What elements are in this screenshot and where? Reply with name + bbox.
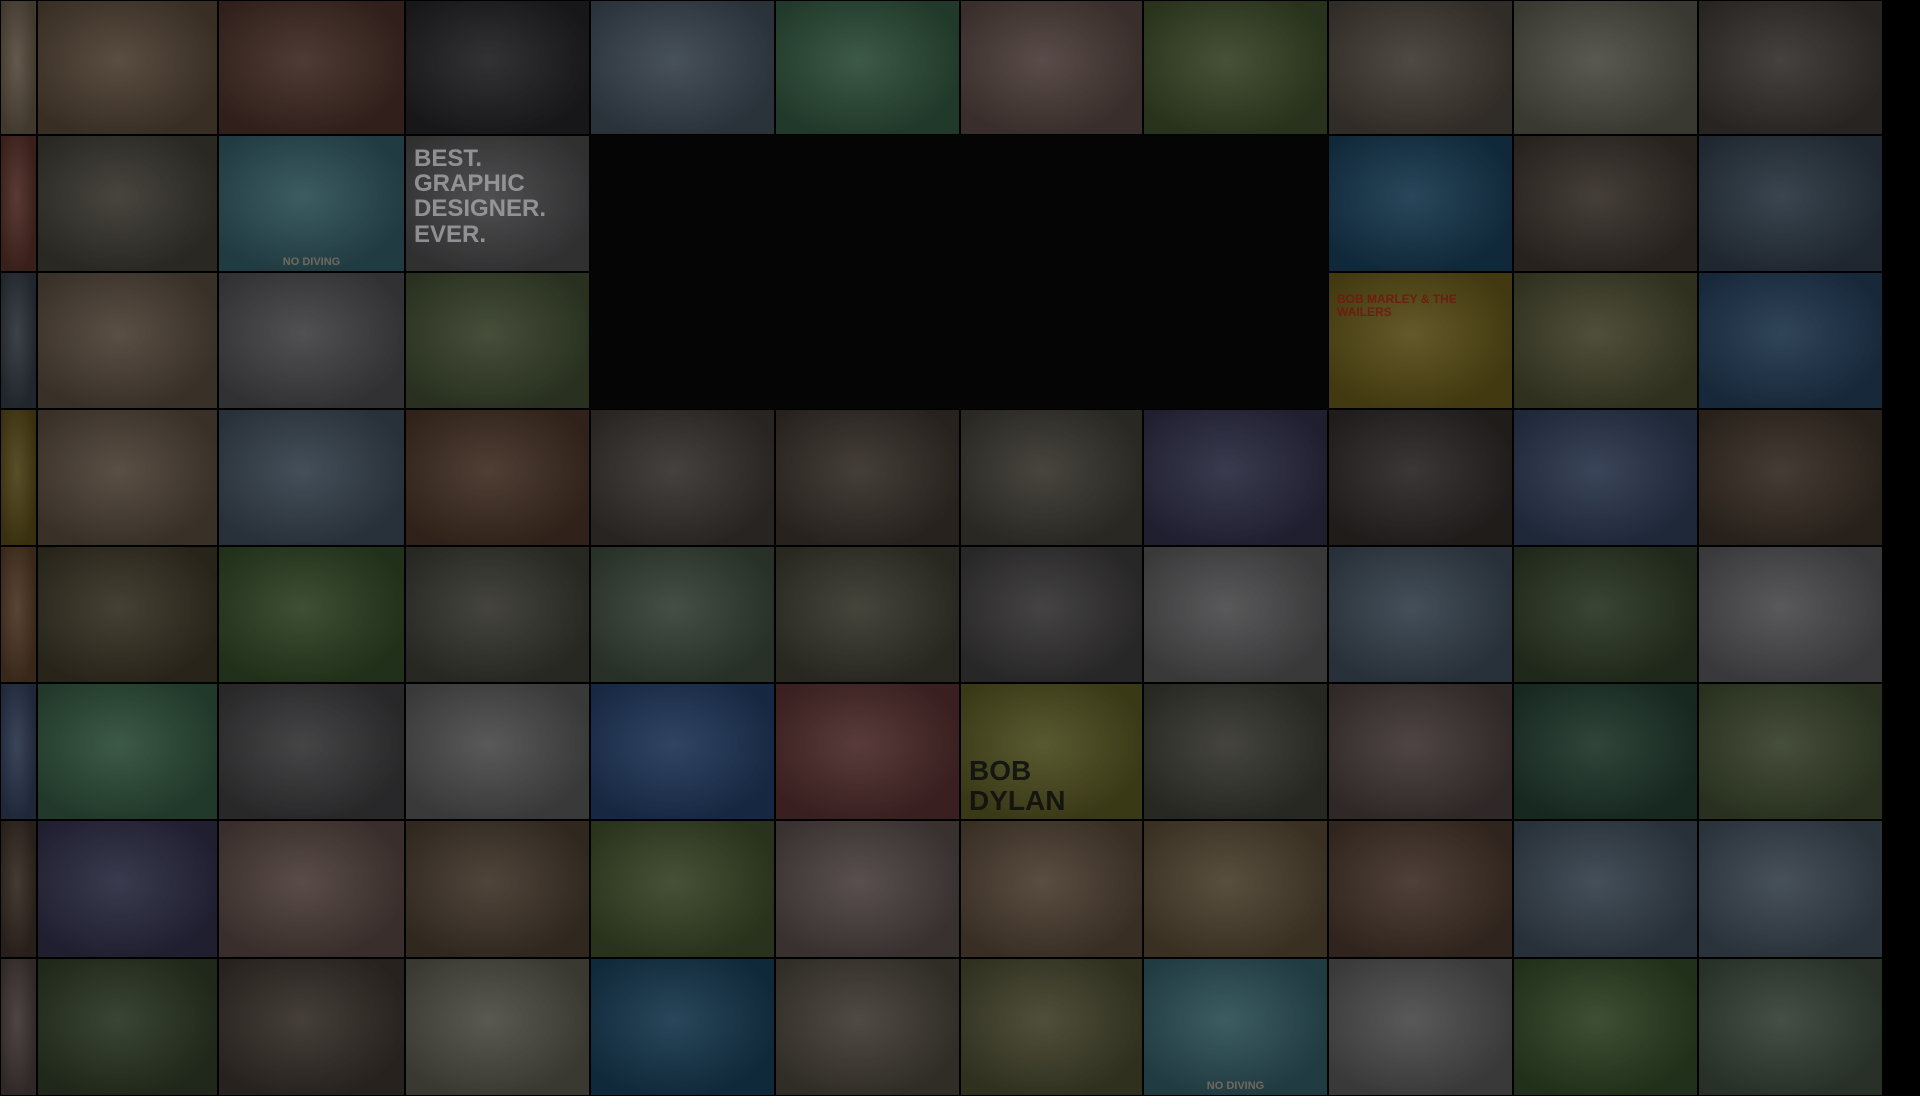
photo-tile-red-kayak xyxy=(1513,958,1698,1096)
photo-tile-scuba-diver xyxy=(590,958,775,1096)
photo-tile-swimming-pool: NO DIVING xyxy=(1143,958,1328,1096)
photo-tile-headphones xyxy=(590,683,775,820)
photo-tile-djembe-drums xyxy=(37,0,218,135)
empty-dark-panel xyxy=(590,135,1328,409)
photo-tile-man-with-camera xyxy=(1328,409,1513,546)
photo-tile-tutoring-pair xyxy=(590,546,775,683)
photo-tile-fishing-woman xyxy=(1513,820,1698,958)
photo-tile-band-guitarist xyxy=(405,0,590,135)
photo-tile-calculator-hands xyxy=(1698,409,1883,546)
photo-tile-acoustic-guitars xyxy=(37,546,218,683)
photo-tile-patterned-mug xyxy=(1513,0,1698,135)
photo-tile-psychedelic-pattern xyxy=(37,820,218,958)
photo-tile-tablet-device xyxy=(775,0,960,135)
photo-tile-person-edge xyxy=(0,546,37,683)
photo-tile-bob-dylan-poster: BOB DYLAN xyxy=(960,683,1143,820)
photo-tile-white-motorcycle xyxy=(218,272,405,409)
photo-tile-film-crew xyxy=(1328,958,1513,1096)
photo-tile-decorated-cookies xyxy=(1328,683,1513,820)
tile-caption: NO DIVING xyxy=(282,256,341,269)
photo-tile-bottles-edge xyxy=(0,683,37,820)
photo-tile-patterned-mug xyxy=(405,958,590,1096)
photo-tile-graphic-designer-poster: BEST. GRAPHIC DESIGNER. EVER. xyxy=(405,135,590,272)
photo-tile-scuba-diver xyxy=(1328,135,1513,272)
photo-tile-acupuncture-hand xyxy=(1328,820,1513,958)
photo-tile-djembe-drums xyxy=(960,820,1143,958)
photo-tile-egg-basket xyxy=(1143,820,1328,958)
tile-caption: NO DIVING xyxy=(1206,1080,1265,1093)
photo-tile-soda-bottles xyxy=(1513,409,1698,546)
photo-tile-bento-meals xyxy=(218,958,405,1096)
photo-tile-turntable xyxy=(218,683,405,820)
photo-tile-beach-house xyxy=(590,0,775,135)
photo-tile-makeup-face xyxy=(775,820,960,958)
photo-tile-horse-rider xyxy=(1513,546,1698,683)
photo-tile-scattered-postcards xyxy=(775,683,960,820)
photo-tile-gold-bicycle xyxy=(960,409,1143,546)
photo-tile-horse-rider xyxy=(37,958,218,1096)
photo-tile-swimming-pool: NO DIVING xyxy=(218,135,405,272)
photo-tile-tools-rack xyxy=(0,0,37,135)
photo-tile-beaded-necklace xyxy=(960,546,1143,683)
photo-tile-lego-bricks xyxy=(405,820,590,958)
photo-tile-pack-of-dogs xyxy=(775,958,960,1096)
tile-caption: BOB MARLEY & THE WAILERS xyxy=(1337,292,1457,319)
photo-tile-film-crew xyxy=(405,683,590,820)
photo-tile-hand-close xyxy=(0,135,37,272)
photo-tile-beach-house xyxy=(1698,820,1883,958)
photo-tile-orange-chairs xyxy=(1143,0,1328,135)
photo-tile-mini-cooper xyxy=(1328,546,1513,683)
photo-tile-tool-wall xyxy=(1143,546,1328,683)
photo-tile-tie-dye-friends xyxy=(405,272,590,409)
photo-tile-tutoring-pair xyxy=(1698,958,1883,1096)
photo-tile-woven-rug xyxy=(1513,272,1698,409)
photo-tile-market-vendors xyxy=(1143,683,1328,820)
photo-tile-garden-gnomes xyxy=(218,0,405,135)
photo-tile-bob-marley-poster: BOB MARLEY & THE WAILERS xyxy=(1328,272,1513,409)
tile-caption: BEST. GRAPHIC DESIGNER. EVER. xyxy=(414,145,547,248)
photo-tile-psychedelic-pattern xyxy=(1143,409,1328,546)
photo-tile-street-trio xyxy=(1328,0,1513,135)
photo-tile-blue-edge xyxy=(1698,272,1883,409)
photo-tile-black-heels xyxy=(1698,0,1883,135)
photo-tile-dried-foods-grid xyxy=(37,409,218,546)
photo-tile-face-massage xyxy=(960,0,1143,135)
photo-tile-blue-stroller xyxy=(405,546,590,683)
photo-tile-yellow-sign-edge xyxy=(0,409,37,546)
photo-tile-face-massage xyxy=(218,820,405,958)
photo-tile-tablet-device xyxy=(37,683,218,820)
photo-tile-brick-edge xyxy=(0,820,37,958)
photo-tile-espresso-machine xyxy=(405,409,590,546)
photo-tile-black-heels xyxy=(590,409,775,546)
tile-caption: BOB DYLAN xyxy=(969,755,1066,816)
photo-tile-bento-meals xyxy=(775,409,960,546)
photo-tile-surfboard xyxy=(775,546,960,683)
photo-tile-red-kayak xyxy=(218,546,405,683)
photo-tile-baseball-stadium xyxy=(1513,683,1698,820)
photo-tile-fishing-woman xyxy=(218,409,405,546)
photo-tile-yellow-car-edge xyxy=(0,272,37,409)
photo-tile-tie-dye-friends xyxy=(1698,683,1883,820)
photo-tile-orange-chairs xyxy=(590,820,775,958)
photo-tile-bento-meals xyxy=(1513,135,1698,272)
photo-tile-woven-rug xyxy=(960,958,1143,1096)
photo-tile-beach-shore xyxy=(1698,135,1883,272)
photo-tile-gold-bicycle xyxy=(37,135,218,272)
photo-tile-laptop xyxy=(1698,546,1883,683)
photo-tile-swimsuit-dolls xyxy=(37,272,218,409)
photo-tile-cookies-edge xyxy=(0,958,37,1096)
